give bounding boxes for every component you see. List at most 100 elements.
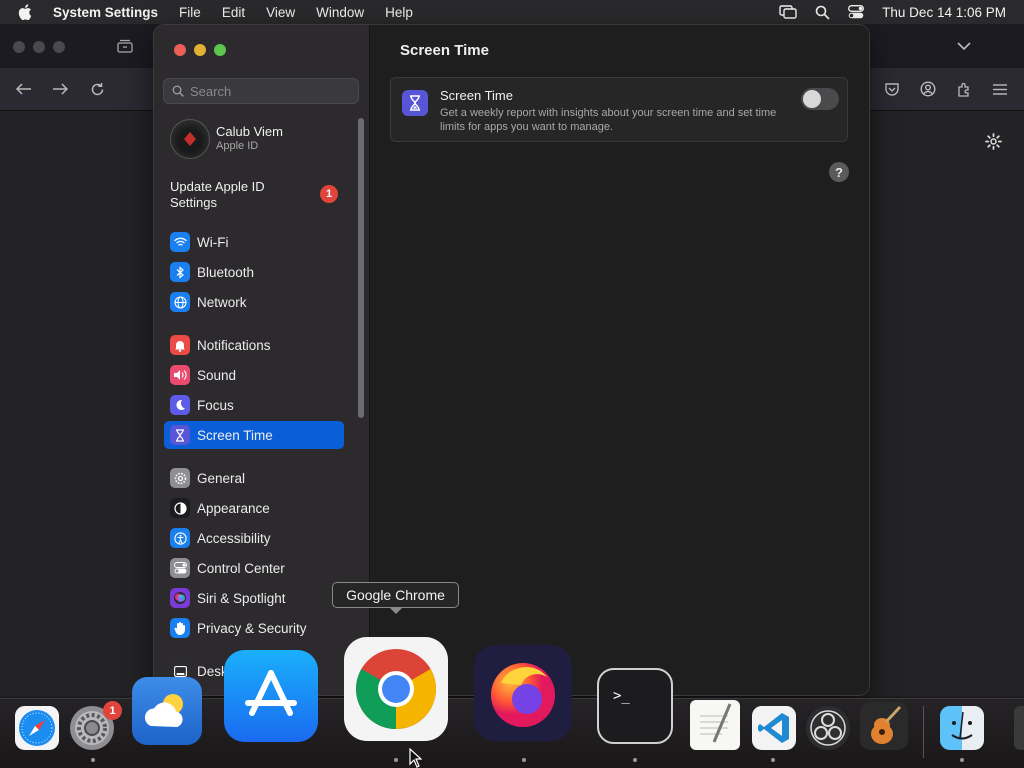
menu-app-name[interactable]: System Settings	[53, 5, 158, 20]
tooltip-arrow	[389, 607, 403, 614]
sidebar-item-focus[interactable]: Focus	[164, 391, 344, 419]
sidebar-item-label: Notifications	[197, 337, 271, 353]
sidebar-item-siri-and-spotlight[interactable]: Siri & Spotlight	[164, 584, 344, 612]
pocket-icon[interactable]	[882, 80, 902, 98]
menu-help[interactable]: Help	[385, 5, 413, 20]
accessibility-icon	[170, 528, 190, 548]
system-settings-window: Calub Viem Apple ID Update Apple ID Sett…	[154, 25, 869, 695]
account-name[interactable]: Calub Viem	[216, 124, 283, 139]
control-center-icon	[170, 558, 190, 578]
dock-firefox-icon[interactable]	[474, 645, 572, 741]
sidebar-item-label: Accessibility	[197, 530, 271, 546]
window-zoom-button[interactable]	[214, 44, 226, 56]
sidebar-item-network[interactable]: Network	[164, 288, 344, 316]
hourglass-icon	[402, 90, 428, 116]
sidebar-item-accessibility[interactable]: Accessibility	[164, 524, 344, 552]
mouse-cursor-icon	[409, 747, 423, 768]
dock-app-store-icon[interactable]	[224, 650, 318, 742]
control-center-menu-icon[interactable]	[848, 5, 865, 19]
hand-icon	[170, 618, 190, 638]
bluetooth-icon	[170, 262, 190, 282]
help-button[interactable]: ?	[829, 162, 849, 182]
dock-running-indicator	[91, 758, 95, 762]
speaker-icon	[170, 365, 190, 385]
dock-google-chrome-icon[interactable]	[344, 637, 448, 741]
update-apple-id-settings[interactable]: Update Apple ID Settings	[170, 179, 300, 211]
screen-time-card: Screen Time Get a weekly report with ins…	[390, 77, 848, 142]
sidebar-item-appearance[interactable]: Appearance	[164, 494, 344, 522]
dock-vscode-icon[interactable]	[752, 706, 796, 750]
menu-window[interactable]: Window	[316, 5, 364, 20]
back-arrow-icon[interactable]	[14, 80, 34, 98]
sidebar-item-bluetooth[interactable]: Bluetooth	[164, 258, 344, 286]
sidebar-item-label: Screen Time	[197, 427, 273, 443]
apple-menu-icon[interactable]	[18, 4, 36, 20]
sidebar-item-sound[interactable]: Sound	[164, 361, 344, 389]
hamburger-menu-icon[interactable]	[990, 80, 1010, 98]
sidebar-item-label: Privacy & Security	[197, 620, 307, 636]
bell-icon	[170, 335, 190, 355]
sidebar-item-label: Siri & Spotlight	[197, 590, 286, 606]
sidebar-item-label: Control Center	[197, 560, 285, 576]
sidebar-item-general[interactable]: General	[164, 464, 344, 492]
page-title: Screen Time	[400, 42, 489, 59]
menu-file[interactable]: File	[179, 5, 201, 20]
dock-running-indicator	[960, 758, 964, 762]
sidebar-item-label: Wi-Fi	[197, 234, 229, 250]
sidebar-item-label: Appearance	[197, 500, 270, 516]
toggle-knob	[803, 90, 821, 108]
menubar-clock[interactable]: Thu Dec 14 1:06 PM	[882, 5, 1006, 20]
browser-close-button[interactable]	[13, 41, 25, 53]
avatar[interactable]	[170, 119, 210, 159]
sidebar-item-privacy-and-security[interactable]: Privacy & Security	[164, 614, 344, 642]
sidebar-item-label: Focus	[197, 397, 234, 413]
tab-overview-icon[interactable]	[116, 38, 134, 54]
page-settings-gear-icon[interactable]	[983, 131, 1003, 151]
dock-settings-badge: 1	[103, 701, 122, 720]
account-icon[interactable]	[918, 80, 938, 98]
dock-weather-icon[interactable]	[132, 677, 202, 745]
dock-safari-icon[interactable]	[15, 706, 59, 750]
sidebar-item-label: Sound	[197, 367, 237, 383]
browser-zoom-button[interactable]	[53, 41, 65, 53]
dock-running-indicator	[771, 758, 775, 762]
browser-minimize-button[interactable]	[33, 41, 45, 53]
window-close-button[interactable]	[174, 44, 186, 56]
dock-running-indicator	[522, 758, 526, 762]
dock-textedit-icon[interactable]	[690, 700, 740, 750]
sidebar-item-label: Bluetooth	[197, 264, 255, 280]
globe-icon	[170, 292, 190, 312]
sidebar-item-wi-fi[interactable]: Wi-Fi	[164, 228, 344, 256]
dock-trash-partial-icon[interactable]	[1014, 706, 1024, 750]
search-input[interactable]	[190, 83, 350, 99]
tab-list-chevron-icon[interactable]	[955, 38, 973, 54]
dock-terminal-icon[interactable]: >_	[597, 668, 673, 744]
update-badge: 1	[320, 185, 338, 203]
menu-edit[interactable]: Edit	[222, 5, 245, 20]
account-subtitle: Apple ID	[216, 140, 259, 152]
sidebar-item-label: General	[197, 470, 246, 486]
sidebar-item-notifications[interactable]: Notifications	[164, 331, 344, 359]
sidebar-item-screen-time[interactable]: Screen Time	[164, 421, 344, 449]
sidebar-search-field[interactable]	[163, 78, 359, 104]
appearance-icon	[170, 498, 190, 518]
sidebar-item-control-center[interactable]: Control Center	[164, 554, 344, 582]
sidebar-item-label: Network	[197, 294, 247, 310]
forward-arrow-icon[interactable]	[50, 80, 70, 98]
dock-obs-icon[interactable]	[806, 706, 850, 750]
dock-garageband-icon[interactable]	[860, 702, 908, 750]
dock-finder-icon[interactable]	[940, 706, 984, 750]
extensions-icon[interactable]	[954, 80, 974, 98]
svg-text:>_: >_	[613, 688, 630, 704]
window-minimize-button[interactable]	[194, 44, 206, 56]
sidebar-scrollbar[interactable]	[358, 118, 364, 418]
menu-view[interactable]: View	[266, 5, 295, 20]
screen-time-toggle[interactable]	[801, 88, 839, 110]
reload-icon[interactable]	[87, 80, 107, 98]
gear-icon	[170, 468, 190, 488]
screen-mirroring-icon[interactable]	[779, 5, 797, 19]
spotlight-search-icon[interactable]	[815, 5, 830, 20]
moon-icon	[170, 395, 190, 415]
wifi-icon	[170, 232, 190, 252]
search-icon	[172, 85, 184, 97]
